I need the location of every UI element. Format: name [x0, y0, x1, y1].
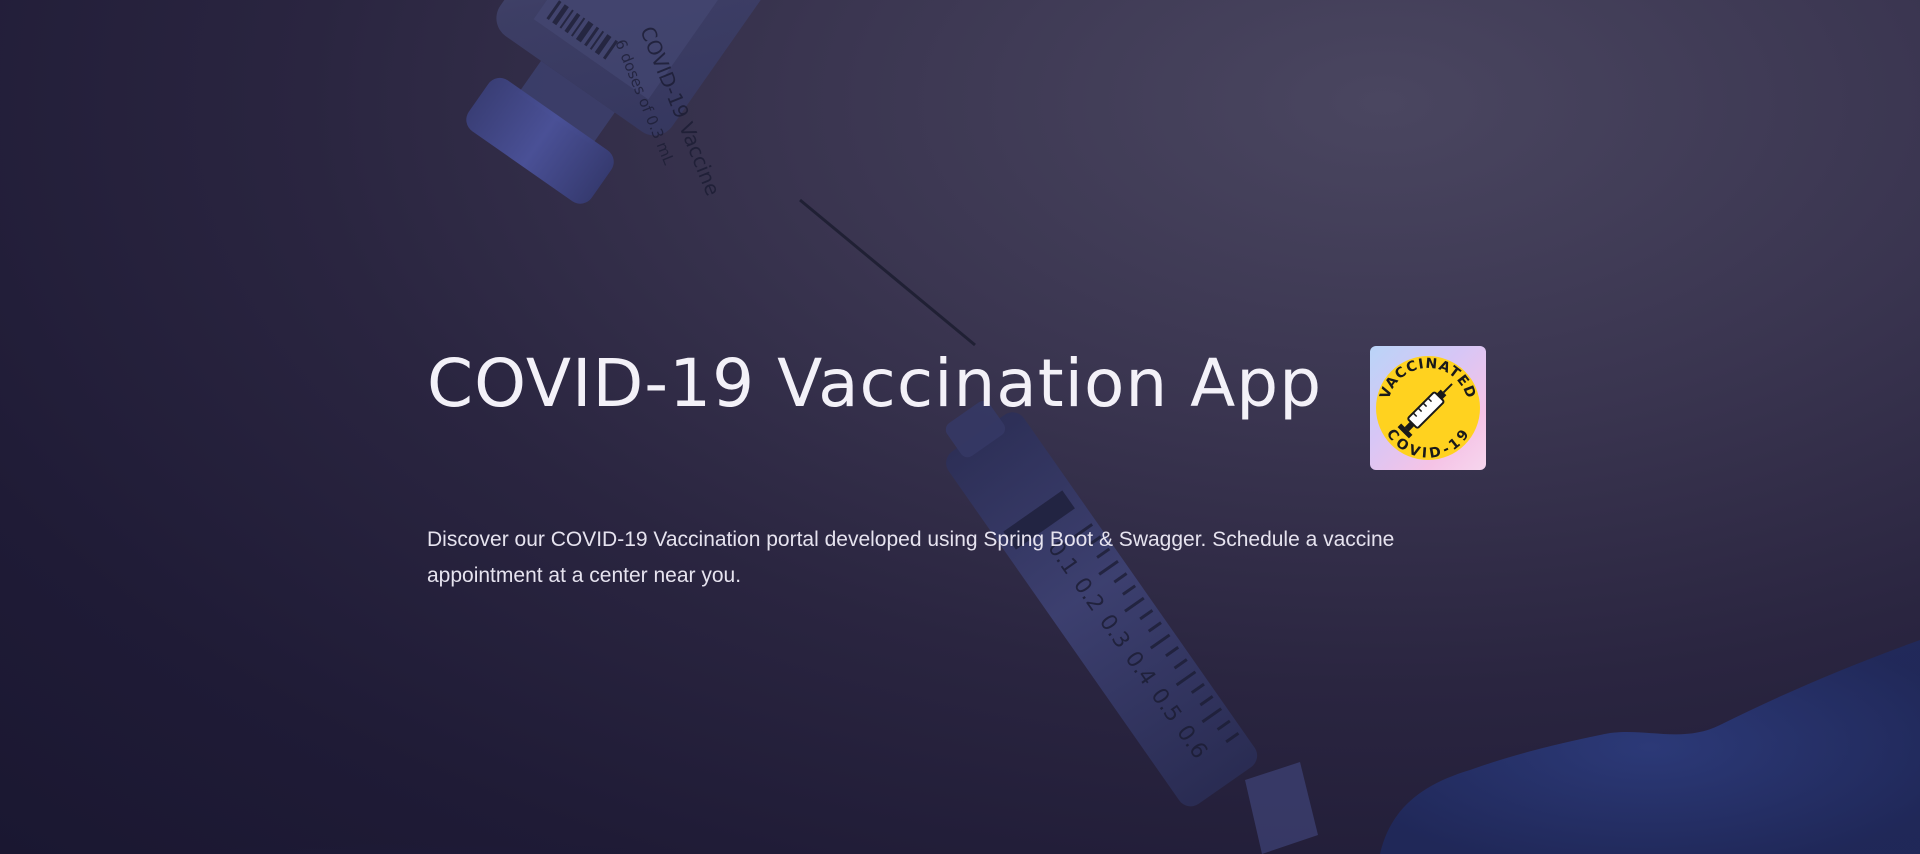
vaccine-vial	[466, 0, 795, 204]
gloved-hand	[1380, 640, 1920, 854]
page-title: COVID-19 Vaccination App	[427, 345, 1323, 422]
hero-description: Discover our COVID-19 Vaccination portal…	[427, 528, 1395, 587]
bottom-glow	[100, 814, 700, 854]
hero-section: COVID-19 Vaccine 6 doses of 0.3 mL 0.1 0…	[0, 0, 1920, 854]
syringe-needle	[799, 198, 976, 347]
needle-cap	[1245, 762, 1318, 854]
title-row: COVID-19 Vaccination App VACCINATED COVI…	[427, 340, 1487, 480]
vaccinated-badge: VACCINATED COVID-19	[1370, 346, 1486, 470]
hero-content: COVID-19 Vaccination App VACCINATED COVI…	[427, 340, 1487, 587]
